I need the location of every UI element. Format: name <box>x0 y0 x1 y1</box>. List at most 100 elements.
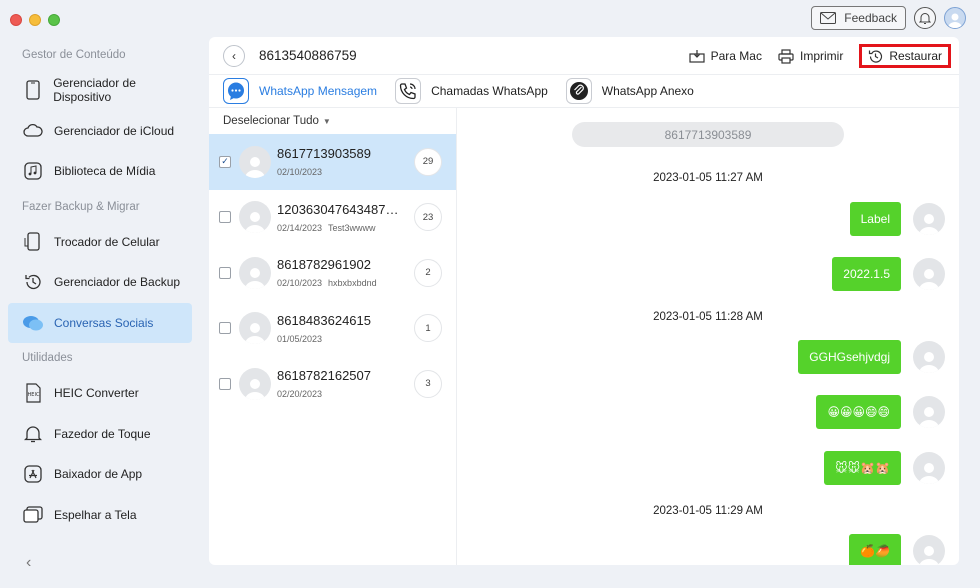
app-store-icon <box>22 463 44 485</box>
avatar <box>913 535 945 565</box>
chat-contact-pill: 8617713903589 <box>572 122 844 147</box>
zoom-window-button[interactable] <box>48 14 60 26</box>
checkbox[interactable] <box>219 211 231 224</box>
sidebar-item-screen-mirror[interactable]: Espelhar a Tela <box>8 495 192 536</box>
feedback-label: Feedback <box>844 11 897 25</box>
collapse-sidebar-icon[interactable]: ‹ <box>26 554 31 572</box>
attachment-icon <box>565 78 592 104</box>
message-count-badge: 1 <box>414 314 442 343</box>
sidebar-item-label: Gerenciador de Backup <box>54 275 181 290</box>
mail-icon <box>820 12 837 24</box>
sidebar-item-label: Conversas Sociais <box>54 315 154 330</box>
conversation-date: 02/14/2023 <box>277 222 323 233</box>
conversation-text: 12036304764348769… 02/14/2023 Test3wwww <box>277 202 405 233</box>
minimize-window-button[interactable] <box>29 14 41 26</box>
conversation-text: 8618782162507 02/20/2023 <box>277 368 405 399</box>
bell-icon <box>22 423 44 445</box>
sidebar-item-media-library[interactable]: Biblioteca de Mídia <box>8 151 192 192</box>
message-row: Label <box>849 202 945 236</box>
tab-whatsapp-calls[interactable]: Chamadas WhatsApp <box>395 78 548 104</box>
notification-button[interactable] <box>914 7 936 29</box>
tab-label: Chamadas WhatsApp <box>431 84 548 98</box>
message-timestamp: 2023-01-05 11:29 AM <box>653 505 763 517</box>
section-title-content: Gestor de Conteúdo <box>22 49 126 61</box>
message-row: GGHGsehjvdgj <box>798 340 945 374</box>
export-to-mac-button[interactable]: Para Mac <box>689 44 762 68</box>
message-bubble: 🍊🥭 <box>849 534 901 565</box>
conversation-text: 8617713903589 02/10/2023 <box>277 146 405 177</box>
checkbox[interactable] <box>219 377 231 390</box>
list-item[interactable]: 8618782961902 02/10/2023 hxbxbxbdnd 2 <box>209 245 456 301</box>
restore-label: Restaurar <box>889 49 942 63</box>
sidebar-item-label: Gerenciador de iCloud <box>54 123 175 138</box>
message-bubble: 🐭🐭🐹🐹 <box>824 451 901 485</box>
conversation-list: Deselecionar Tudo ▼ ✓ 8617713903589 02/1… <box>209 108 457 565</box>
phone-transfer-icon <box>22 231 44 253</box>
sidebar-item-app-downloader[interactable]: Baixador de App <box>8 454 192 495</box>
message-row: 2022.1.5 <box>832 257 945 291</box>
main-panel: ‹ 8613540886759 Para Mac Imprimir Restau… <box>209 37 959 565</box>
page-title: 8613540886759 <box>259 48 357 63</box>
heic-icon: HEIC <box>22 382 44 404</box>
conversation-meta: 02/10/2023 <box>277 167 405 177</box>
user-avatar[interactable] <box>944 7 966 29</box>
conversation-meta: 01/05/2023 <box>277 334 405 344</box>
tab-whatsapp-messages[interactable]: WhatsApp Mensagem <box>223 78 377 104</box>
sidebar-item-social-chats[interactable]: Conversas Sociais <box>8 302 192 343</box>
sidebar-item-device-manager[interactable]: Gerenciador de Dispositivo <box>8 70 192 111</box>
avatar <box>913 203 945 235</box>
print-button[interactable]: Imprimir <box>778 44 843 68</box>
message-bubble: 2022.1.5 <box>832 257 901 291</box>
sidebar-item-label: Fazedor de Toque <box>54 426 151 441</box>
sidebar-item-backup-manager[interactable]: Gerenciador de Backup <box>8 262 192 303</box>
sidebar-item-label: Espelhar a Tela <box>54 507 137 522</box>
message-row: 🐭🐭🐹🐹 <box>824 451 945 485</box>
conversation-text: 8618782961902 02/10/2023 hxbxbxbdnd <box>277 257 405 288</box>
conversation-name: 8618782162507 <box>277 368 371 384</box>
chevron-left-icon: ‹ <box>232 48 236 63</box>
section-title-utilities: Utilidades <box>22 352 73 364</box>
deselect-all-label: Deselecionar Tudo <box>223 115 319 127</box>
print-label: Imprimir <box>799 49 844 63</box>
checkbox[interactable] <box>219 266 231 279</box>
close-window-button[interactable] <box>10 14 22 26</box>
message-bubble: GGHGsehjvdgj <box>798 340 901 374</box>
tab-label: WhatsApp Mensagem <box>259 84 378 98</box>
restore-button[interactable]: Restaurar <box>859 44 951 68</box>
checkbox-checked[interactable]: ✓ <box>219 155 231 168</box>
export-to-mac-label: Para Mac <box>710 49 762 63</box>
tab-label: WhatsApp Anexo <box>601 84 694 98</box>
deselect-all-dropdown[interactable]: Deselecionar Tudo ▼ <box>209 108 456 134</box>
avatar <box>239 312 271 345</box>
sidebar-item-phone-switcher[interactable]: Trocador de Celular <box>8 222 192 263</box>
avatar <box>913 341 945 373</box>
feedback-button[interactable]: Feedback <box>811 6 906 30</box>
message-bubble-icon <box>223 78 249 104</box>
avatar <box>913 452 945 484</box>
list-item[interactable]: 8618782162507 02/20/2023 3 <box>209 356 456 412</box>
sidebar-item-icloud-manager[interactable]: Gerenciador de iCloud <box>8 111 192 152</box>
chat-bubbles-icon <box>22 312 44 334</box>
chat-pane: 8617713903589 2023-01-05 11:27 AM Label … <box>457 108 959 565</box>
conversation-meta: 02/10/2023 hxbxbxbdnd <box>277 278 405 288</box>
export-to-computer-icon <box>689 50 705 63</box>
conversation-name: 8618483624615 <box>277 312 371 328</box>
sidebar-item-heic-converter[interactable]: HEIC HEIC Converter <box>8 373 192 414</box>
checkbox[interactable] <box>219 322 231 335</box>
cloud-icon <box>22 120 44 142</box>
sidebar-item-label: Trocador de Celular <box>54 234 160 249</box>
conversation-name: 8618782961902 <box>277 257 371 273</box>
conversation-date: 02/10/2023 <box>277 278 323 289</box>
sidebar-item-ringtone-maker[interactable]: Fazedor de Toque <box>8 414 192 455</box>
restore-icon <box>869 50 883 63</box>
list-item[interactable]: ✓ 8617713903589 02/10/2023 29 <box>209 134 456 190</box>
back-button[interactable]: ‹ <box>223 44 245 67</box>
topbar-right: Feedback <box>811 6 966 30</box>
list-item[interactable]: 8618483624615 01/05/2023 1 <box>209 301 456 357</box>
tab-whatsapp-attachments[interactable]: WhatsApp Anexo <box>565 78 694 104</box>
sidebar: Gestor de Conteúdo Gerenciador de Dispos… <box>0 40 200 588</box>
music-icon <box>22 160 44 182</box>
caret-down-icon: ▼ <box>322 116 331 126</box>
history-icon <box>22 271 44 293</box>
list-item[interactable]: 12036304764348769… 02/14/2023 Test3wwww 2… <box>209 190 456 246</box>
